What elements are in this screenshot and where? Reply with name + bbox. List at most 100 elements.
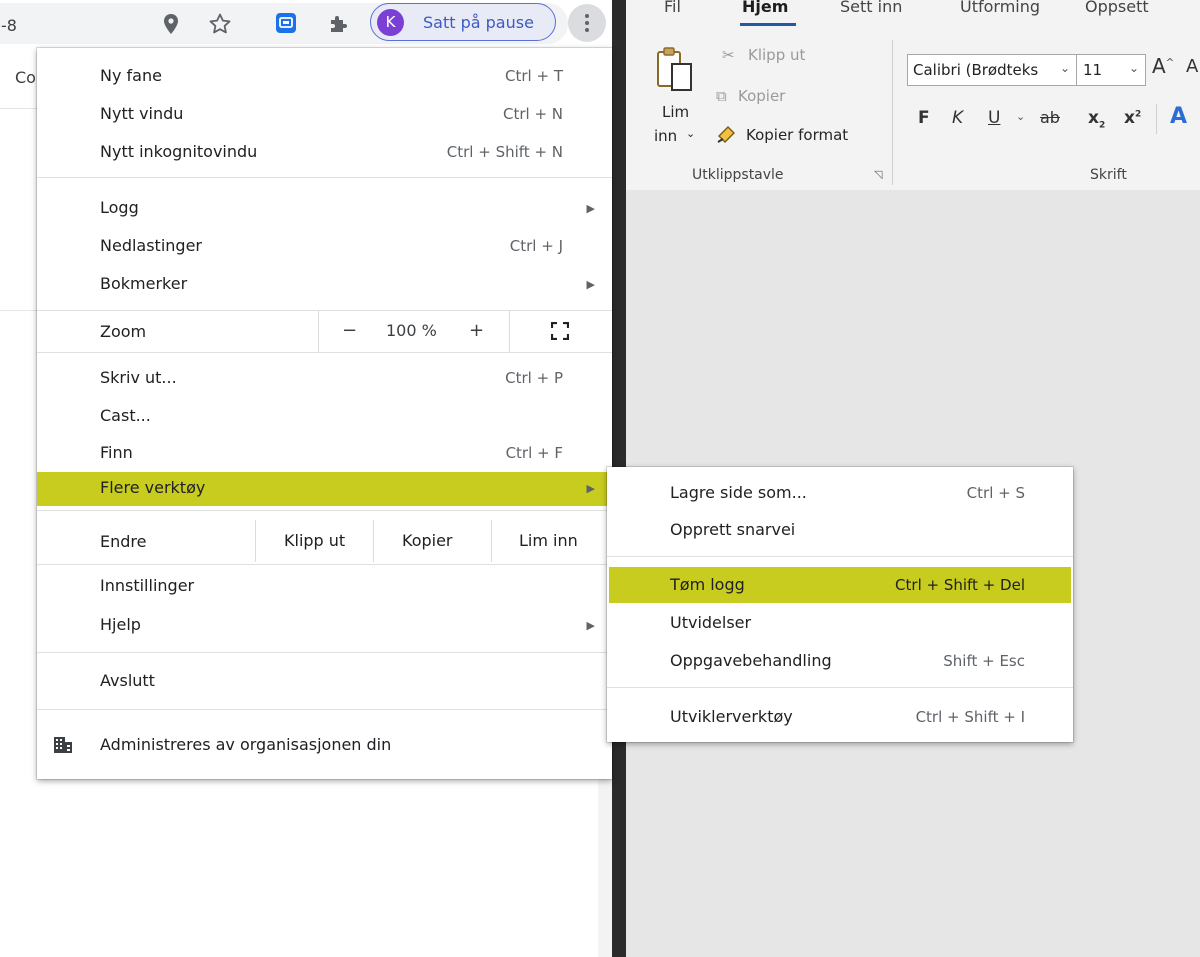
menu-item-label: Hjelp bbox=[100, 615, 141, 634]
shortcut-label: Ctrl + Shift + I bbox=[915, 708, 1025, 726]
chevron-down-icon[interactable]: ⌄ bbox=[686, 127, 695, 140]
subscript-glyph: x bbox=[1088, 108, 1099, 128]
zoom-out-button[interactable]: − bbox=[342, 320, 357, 341]
tab-home[interactable]: Hjem bbox=[742, 0, 788, 16]
bookmark-star-icon[interactable] bbox=[208, 12, 232, 36]
paste-icon[interactable] bbox=[655, 44, 695, 94]
menu-item-label: Ny fane bbox=[100, 66, 162, 85]
menu-item-label: Nedlastinger bbox=[100, 236, 202, 255]
menu-item-label: Utviklerverktøy bbox=[670, 707, 793, 726]
submenu-item-create-shortcut[interactable]: Opprett snarvei bbox=[607, 514, 1073, 548]
format-painter-button[interactable]: Kopier format bbox=[746, 126, 848, 144]
shrink-font-icon[interactable]: A bbox=[1186, 56, 1198, 77]
menu-item-history[interactable]: Logg ▶ bbox=[37, 192, 612, 228]
font-group-label: Skrift bbox=[1090, 167, 1127, 183]
menu-item-label: Nytt inkognitovindu bbox=[100, 142, 258, 161]
menu-item-bookmarks[interactable]: Bokmerker ▶ bbox=[37, 268, 612, 304]
copy-button[interactable]: Kopier bbox=[402, 531, 453, 550]
cell-divider bbox=[373, 520, 374, 562]
menu-separator bbox=[37, 510, 612, 511]
edit-label: Endre bbox=[100, 532, 147, 551]
location-icon[interactable] bbox=[162, 13, 180, 35]
dialog-launcher-icon[interactable]: ◹ bbox=[874, 168, 882, 181]
submenu-item-save-page[interactable]: Lagre side som... Ctrl + S bbox=[607, 477, 1073, 511]
menu-separator bbox=[607, 556, 1073, 557]
menu-separator bbox=[37, 709, 612, 710]
menu-item-print[interactable]: Skriv ut... Ctrl + P bbox=[37, 362, 612, 398]
underline-button[interactable]: U bbox=[988, 108, 1000, 128]
subscript-button[interactable]: x2 bbox=[1088, 108, 1105, 130]
menu-item-label: Tøm logg bbox=[670, 575, 745, 594]
menu-item-settings[interactable]: Innstillinger bbox=[37, 570, 612, 606]
submenu-arrow-icon: ▶ bbox=[586, 482, 595, 495]
menu-item-label: Flere verktøy bbox=[100, 478, 206, 497]
italic-button[interactable]: K bbox=[952, 108, 963, 128]
fullscreen-icon[interactable] bbox=[551, 322, 569, 340]
menu-item-cast[interactable]: Cast... bbox=[37, 400, 612, 436]
copy-icon: ⧉ bbox=[716, 87, 727, 105]
menu-separator bbox=[607, 687, 1073, 688]
text-effects-icon[interactable]: A bbox=[1170, 104, 1187, 129]
menu-item-label: Utvidelser bbox=[670, 613, 752, 632]
submenu-item-clear-history[interactable]: Tøm logg Ctrl + Shift + Del bbox=[609, 567, 1071, 603]
cut-button[interactable]: Klipp ut bbox=[284, 531, 345, 550]
submenu-item-extensions[interactable]: Utvidelser bbox=[607, 607, 1073, 641]
submenu-item-task-manager[interactable]: Oppgavebehandling Shift + Esc bbox=[607, 645, 1073, 679]
menu-item-label: Opprett snarvei bbox=[670, 520, 796, 539]
shortcut-label: Ctrl + Shift + Del bbox=[895, 576, 1025, 594]
menu-item-label: Nytt vindu bbox=[100, 104, 184, 123]
scissors-icon: ✂ bbox=[722, 46, 735, 64]
extension-app-icon[interactable] bbox=[275, 12, 297, 34]
shortcut-label: Ctrl + N bbox=[502, 105, 563, 123]
menu-item-label: Finn bbox=[100, 443, 133, 462]
paste-dropdown-label[interactable]: inn bbox=[654, 127, 677, 145]
tab-design[interactable]: Utforming bbox=[960, 0, 1040, 16]
menu-item-managed-by-org[interactable]: Administreres av organisasjonen din bbox=[37, 728, 612, 764]
avatar: K bbox=[377, 9, 404, 36]
menu-item-exit[interactable]: Avslutt bbox=[37, 665, 612, 701]
strikethrough-button[interactable]: ab bbox=[1040, 108, 1060, 127]
shortcut-label: Ctrl + T bbox=[505, 67, 563, 85]
menu-item-incognito-window[interactable]: Nytt inkognitovindu Ctrl + Shift + N bbox=[37, 136, 612, 172]
profile-status-text: Satt på pause bbox=[423, 13, 534, 32]
menu-item-downloads[interactable]: Nedlastinger Ctrl + J bbox=[37, 230, 612, 266]
font-size-select[interactable]: 11 ⌄ bbox=[1076, 54, 1146, 86]
paste-button[interactable]: Lim inn bbox=[519, 531, 578, 550]
zoom-row: Zoom − 100 % + bbox=[37, 311, 612, 352]
active-tab-indicator bbox=[740, 23, 796, 26]
submenu-item-developer-tools[interactable]: Utviklerverktøy Ctrl + Shift + I bbox=[607, 701, 1073, 735]
menu-separator bbox=[37, 177, 612, 178]
zoom-label: Zoom bbox=[100, 322, 147, 341]
tab-insert[interactable]: Sett inn bbox=[840, 0, 902, 16]
tab-file[interactable]: Fil bbox=[664, 0, 681, 16]
font-family-select[interactable]: Calibri (Brødteks ⌄ bbox=[907, 54, 1077, 86]
chrome-menu-button[interactable] bbox=[568, 4, 606, 42]
bold-button[interactable]: F bbox=[918, 108, 930, 128]
superscript-button[interactable]: x2 bbox=[1124, 108, 1141, 128]
menu-item-help[interactable]: Hjelp ▶ bbox=[37, 609, 612, 645]
menu-item-new-tab[interactable]: Ny fane Ctrl + T bbox=[37, 60, 612, 96]
chevron-down-icon[interactable]: ⌄ bbox=[1016, 110, 1025, 123]
shortcut-label: Ctrl + P bbox=[505, 369, 563, 387]
copy-button[interactable]: Kopier bbox=[738, 87, 785, 105]
paste-label[interactable]: Lim bbox=[662, 103, 689, 121]
cut-button[interactable]: Klipp ut bbox=[748, 46, 805, 64]
menu-item-label: Lagre side som... bbox=[670, 483, 807, 502]
shortcut-label: Ctrl + Shift + N bbox=[446, 143, 563, 161]
menu-item-more-tools[interactable]: Flere verktøy ▶ bbox=[37, 472, 609, 506]
menu-item-find[interactable]: Finn Ctrl + F bbox=[37, 437, 612, 473]
menu-item-new-window[interactable]: Nytt vindu Ctrl + N bbox=[37, 98, 612, 134]
building-icon bbox=[54, 737, 72, 753]
chrome-main-menu: Ny fane Ctrl + T Nytt vindu Ctrl + N Nyt… bbox=[37, 48, 612, 779]
menu-separator bbox=[37, 352, 612, 353]
profile-chip[interactable]: K Satt på pause bbox=[370, 3, 556, 41]
menu-item-label: Avslutt bbox=[100, 671, 155, 690]
cell-divider bbox=[491, 520, 492, 562]
menu-separator bbox=[37, 652, 612, 653]
tab-layout[interactable]: Oppsett bbox=[1085, 0, 1149, 16]
shortcut-label: Shift + Esc bbox=[943, 652, 1025, 670]
zoom-in-button[interactable]: + bbox=[469, 320, 484, 341]
browser-toolbar: TF-8 K Satt på pause bbox=[0, 0, 612, 48]
grow-font-icon[interactable]: A^ bbox=[1152, 54, 1174, 78]
extensions-puzzle-icon[interactable] bbox=[328, 12, 350, 34]
